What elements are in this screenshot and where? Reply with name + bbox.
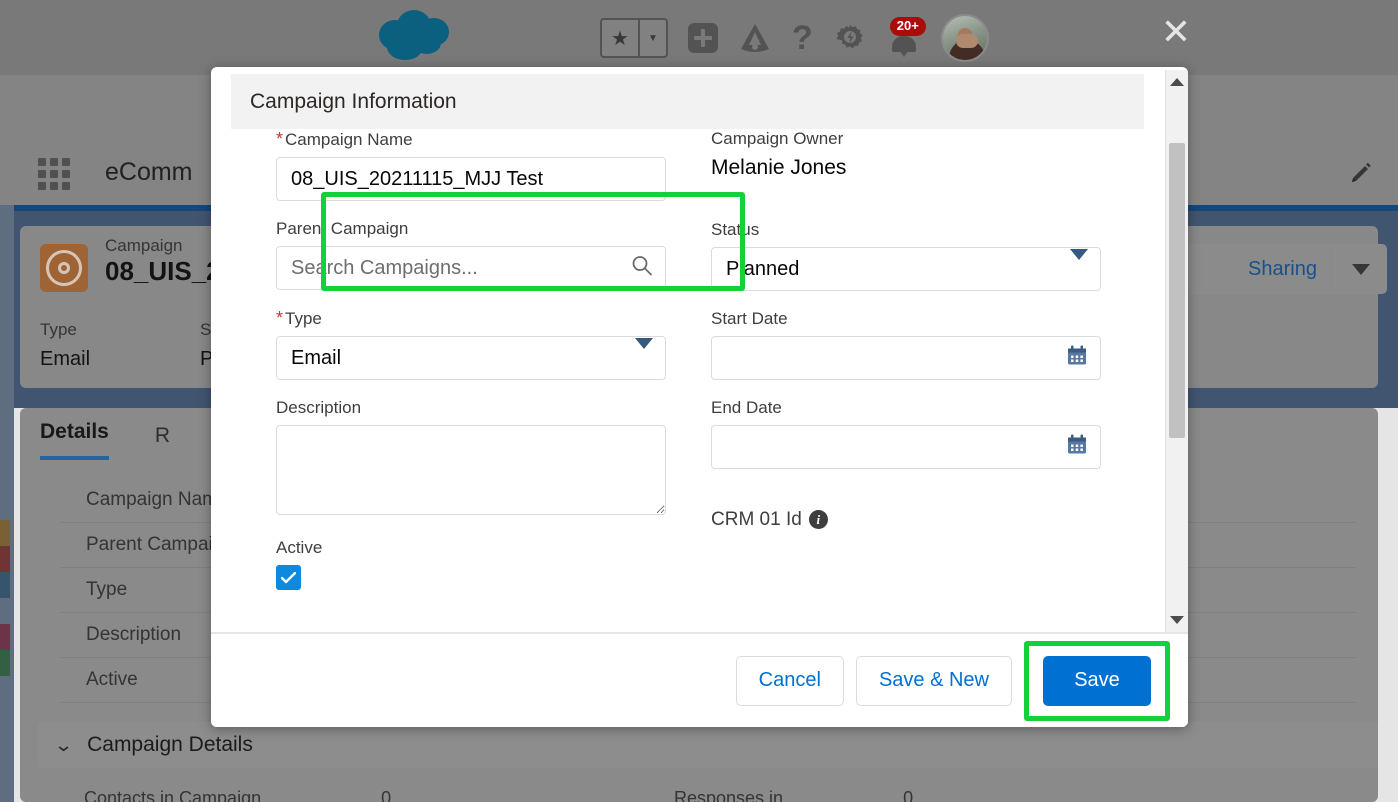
active-field: Active xyxy=(276,538,666,590)
crm-id-label: CRM 01 Id i xyxy=(711,509,1101,531)
record-title: 08_UIS_2 xyxy=(105,256,221,286)
parent-campaign-input-wrap xyxy=(276,246,666,290)
responses-in-value: 0 xyxy=(903,788,914,802)
modal-footer: Cancel Save & New Save xyxy=(211,632,1188,727)
start-date-label: Start Date xyxy=(711,309,788,328)
description-field: Description xyxy=(276,398,666,520)
scrollbar-thumb[interactable] xyxy=(1169,143,1185,438)
start-date-input[interactable] xyxy=(711,336,1101,380)
scroll-up-arrow-icon[interactable] xyxy=(1166,72,1188,92)
type-select-wrap xyxy=(276,336,666,380)
crm-id-field: CRM 01 Id i xyxy=(711,509,1101,531)
pencil-icon[interactable] xyxy=(1348,162,1374,188)
setup-gear-icon[interactable] xyxy=(833,21,867,55)
save-and-new-button[interactable]: Save & New xyxy=(855,655,1012,706)
record-tabs: Details R xyxy=(40,420,170,460)
cancel-button[interactable]: Cancel xyxy=(735,655,844,706)
active-checkbox[interactable] xyxy=(276,565,301,590)
campaign-owner-field: Campaign Owner Melanie Jones xyxy=(711,129,1101,180)
campaign-details-fields: Contacts in Campaign 0 Responses in 0 xyxy=(84,788,1374,802)
status-select[interactable] xyxy=(711,247,1101,291)
highlight-field-type: Type Email xyxy=(40,320,90,371)
app-cloud-icon[interactable] xyxy=(738,21,772,55)
start-date-input-wrap xyxy=(711,336,1101,380)
campaign-name-field: * Campaign Name xyxy=(276,129,666,201)
end-date-input-wrap xyxy=(711,425,1101,469)
required-asterisk: * xyxy=(276,129,284,149)
favorites-button-group[interactable]: ★ ▼ xyxy=(600,18,668,58)
type-label-text: Type xyxy=(285,309,322,328)
close-icon[interactable]: ✕ xyxy=(1158,14,1194,51)
parent-campaign-field: Parent Campaign xyxy=(276,219,666,290)
bell-shape xyxy=(891,36,916,57)
campaign-name-input[interactable] xyxy=(276,157,666,201)
contacts-in-campaign-label: Contacts in Campaign xyxy=(84,788,262,802)
status-select-wrap xyxy=(711,247,1101,291)
help-question-icon[interactable]: ? xyxy=(792,21,813,55)
favorites-star-icon[interactable]: ★ xyxy=(602,20,640,56)
user-avatar[interactable] xyxy=(940,14,989,62)
campaign-owner-value: Melanie Jones xyxy=(711,156,847,179)
highlight-field-type-label: Type xyxy=(40,320,77,339)
campaign-details-section-header[interactable]: ⌄ Campaign Details xyxy=(38,722,1378,768)
app-name-label: eComm xyxy=(105,158,193,186)
notifications-bell-icon[interactable]: 20+ xyxy=(887,17,926,57)
parent-campaign-label: Parent Campaign xyxy=(276,219,409,238)
global-actions-plus-icon[interactable] xyxy=(688,23,718,53)
campaign-owner-label: Campaign Owner xyxy=(711,129,844,148)
record-actions-group[interactable]: Sharing xyxy=(1180,244,1387,294)
end-date-field: End Date xyxy=(711,398,1101,469)
favorites-caret-icon[interactable]: ▼ xyxy=(640,20,666,56)
save-button-highlight-annotation: Save xyxy=(1024,640,1170,721)
edit-campaign-modal: Campaign Information *Campaign Name Pare… xyxy=(211,67,1188,727)
campaign-details-title: Campaign Details xyxy=(87,733,253,756)
active-label: Active xyxy=(276,538,323,557)
record-action-partial[interactable] xyxy=(1181,245,1230,293)
contacts-in-campaign-value: 0 xyxy=(381,788,392,802)
required-asterisk: * xyxy=(276,308,284,328)
end-date-input[interactable] xyxy=(711,425,1101,469)
save-button[interactable]: Save xyxy=(1043,655,1151,706)
description-textarea[interactable] xyxy=(276,425,666,515)
notification-count-badge: 20+ xyxy=(889,17,926,36)
screen-root: ★ ▼ ? 20+ ✕ eComm Campaign 08_UIS_2 Type… xyxy=(0,0,1398,802)
salesforce-cloud-logo xyxy=(373,10,453,62)
section-header: Campaign Information xyxy=(231,74,1144,129)
highlight-field-type-value: Email xyxy=(40,348,91,370)
record-actions-caret[interactable] xyxy=(1336,245,1386,293)
info-icon[interactable]: i xyxy=(808,510,828,530)
left-rail-accents xyxy=(0,520,10,780)
contacts-in-campaign-field: Contacts in Campaign 0 xyxy=(84,788,584,802)
end-date-label: End Date xyxy=(711,398,782,417)
campaign-name-label-text: Campaign Name xyxy=(285,130,413,149)
record-highlight-fields: Type Email S P xyxy=(40,320,213,371)
modal-scrollbar[interactable] xyxy=(1165,70,1188,632)
campaign-record-icon xyxy=(40,244,88,292)
tab-details[interactable]: Details xyxy=(40,420,109,460)
section-header-title: Campaign Information xyxy=(250,89,457,113)
crm-id-label-text: CRM 01 Id xyxy=(711,509,802,530)
chevron-down-icon xyxy=(1351,263,1370,275)
campaign-name-label: * Campaign Name xyxy=(276,129,666,150)
description-label: Description xyxy=(276,398,362,417)
responses-in-field: Responses in 0 xyxy=(674,788,1174,802)
start-date-field: Start Date xyxy=(711,309,1101,380)
parent-campaign-input[interactable] xyxy=(276,246,666,290)
scroll-down-arrow-icon[interactable] xyxy=(1166,610,1188,630)
type-field: * Type xyxy=(276,308,666,380)
status-field: Status xyxy=(711,220,1101,291)
responses-in-label: Responses in xyxy=(674,788,784,802)
sharing-button[interactable]: Sharing xyxy=(1230,245,1336,293)
tab-related[interactable]: R xyxy=(155,424,170,460)
type-label: * Type xyxy=(276,308,666,329)
modal-scroll-region: Campaign Information *Campaign Name Pare… xyxy=(211,67,1188,632)
global-header-actions: ★ ▼ ? 20+ xyxy=(600,14,989,62)
status-label: Status xyxy=(711,220,760,239)
type-select[interactable] xyxy=(276,336,666,380)
chevron-down-icon: ⌄ xyxy=(53,734,74,755)
app-launcher-icon[interactable] xyxy=(38,158,70,190)
form-right-column: Campaign Owner Melanie Jones Status Plan… xyxy=(711,129,1101,538)
record-type-label: Campaign xyxy=(105,236,183,255)
form-left-column: *Campaign Name Parent Campaign xyxy=(276,129,745,590)
